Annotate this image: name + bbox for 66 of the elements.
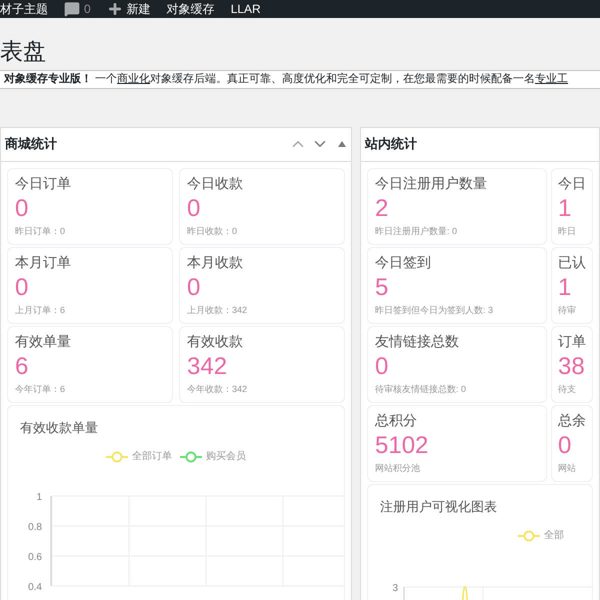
stat-note: 待审核友情链接总数: 0 [375, 382, 468, 394]
new-link[interactable]: 新建 [106, 0, 151, 18]
panel-title: 商城统计 [5, 135, 57, 154]
link[interactable]: 专业工 [535, 73, 568, 85]
stat-value: 0 [187, 272, 202, 302]
stat-note: 上月收款：342 [187, 304, 248, 316]
stat-title: 总积分 [375, 410, 418, 430]
stat-note: 今年订单：6 [15, 382, 66, 394]
panel-title: 站内统计 [365, 135, 417, 154]
site-link[interactable]: 材子主题 [0, 0, 48, 18]
stat-note: 昨日注册用户数量: 0 [375, 224, 458, 236]
stat-note: 昨日收款：0 [187, 224, 238, 236]
stat-value: 1 [558, 194, 572, 224]
stat-note: 昨日订单：0 [15, 224, 66, 236]
collapse-triangle-icon[interactable] [337, 140, 347, 148]
stat-title: 本月订单 [15, 252, 72, 272]
stat-note: 上月订单：6 [15, 304, 66, 316]
stat-value: 2 [375, 194, 390, 224]
admin-bar-link[interactable]: 对象缓存 [166, 0, 215, 18]
stat-title: 有效单量 [15, 332, 72, 350]
stat-title: 已认 [558, 252, 586, 272]
stat-value: 6 [15, 352, 30, 382]
legend-label: 购买会员 [206, 450, 246, 464]
legend-label: 全部 [544, 528, 564, 543]
stat-note: 昨日签到但今日为签到人数: 3 [375, 304, 494, 316]
stat-value: 5102 [375, 430, 430, 460]
stat-title: 友情链接总数 [375, 332, 460, 350]
stat-title: 有效收款 [187, 332, 244, 350]
stat-value: 5 [375, 272, 390, 302]
stat-title: 订单 [558, 332, 586, 350]
axis-tick: 0.6 [28, 552, 42, 563]
stat-title: 今日 [558, 174, 586, 192]
stat-value: 38 [558, 352, 586, 382]
stat-value: 0 [15, 272, 30, 302]
comment-icon [64, 1, 80, 17]
stat-note: 昨日 [558, 224, 577, 236]
stat-value: 0 [15, 194, 30, 224]
axis-tick: 0.4 [28, 582, 42, 593]
stat-note: 网站积分池 [375, 462, 421, 474]
stat-value: 0 [558, 430, 572, 460]
page-title: 表盘 [0, 37, 47, 66]
stat-title: 今日订单 [15, 174, 72, 192]
stat-title: 总余 [558, 410, 586, 430]
stat-title: 今日收款 [187, 174, 244, 192]
axis-tick: 1 [36, 492, 42, 503]
admin-bar-link[interactable]: LLAR [230, 0, 261, 18]
legend-label: 全部订单 [132, 450, 172, 464]
notice-text: 对象缓存专业版！ 一个商业化对象缓存后端。真正可靠、高度优化和完全可定制，在您最需要的时候配备一名专业工 [4, 72, 568, 87]
stat-value: 0 [187, 194, 202, 224]
link[interactable]: 商业化 [117, 73, 150, 85]
axis-tick: 0.8 [28, 522, 42, 533]
comments-link[interactable]: 0 [64, 0, 91, 18]
stat-value: 0 [375, 352, 390, 382]
stat-title: 本月收款 [187, 252, 244, 272]
axis-tick: 3 [392, 583, 398, 594]
chart-title: 有效收款单量 [19, 418, 99, 436]
stat-note: 网站 [558, 462, 577, 474]
stat-note: 待审 [558, 304, 577, 316]
stat-value: 1 [558, 272, 572, 302]
chart-title: 注册用户可视化图表 [379, 498, 498, 516]
stat-note: 待支 [558, 382, 577, 394]
stat-value: 342 [187, 352, 228, 382]
stat-title: 今日签到 [375, 252, 432, 272]
plus-icon [106, 1, 123, 17]
stat-note: 今年收款：342 [187, 382, 248, 394]
stat-title: 今日注册用户数量 [375, 174, 488, 192]
